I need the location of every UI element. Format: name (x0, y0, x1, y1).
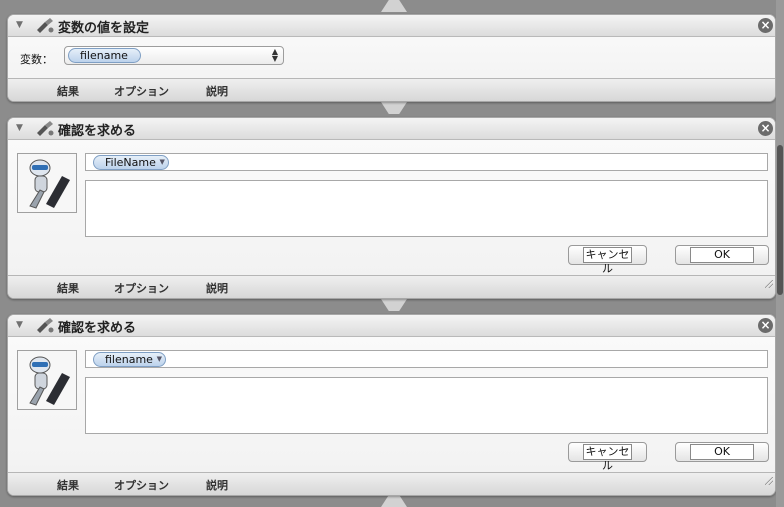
results-tab[interactable]: 結果 (57, 477, 79, 493)
action-header[interactable]: ▼ 確認を求める × (8, 315, 775, 337)
message-token-label: filename (105, 353, 153, 366)
ok-button[interactable]: OK (675, 442, 769, 462)
scrollbar-thumb[interactable] (777, 145, 783, 295)
close-icon[interactable]: × (758, 18, 773, 33)
detail-textarea[interactable] (85, 377, 768, 434)
message-token-label: FileName (105, 156, 156, 169)
cancel-button[interactable]: キャンセル (568, 442, 647, 472)
vertical-scrollbar[interactable] (776, 0, 784, 507)
variable-label: 変数： (20, 53, 53, 66)
action-header[interactable]: ▼ 確認を求める × (8, 118, 775, 140)
action-footer: 結果 オプション 説明 (8, 78, 775, 101)
disclosure-triangle-icon[interactable]: ▼ (16, 320, 23, 330)
action-footer: 結果 オプション 説明 (8, 275, 775, 298)
description-tab[interactable]: 説明 (206, 280, 228, 296)
cancel-button-label: キャンセル (583, 247, 632, 275)
description-tab[interactable]: 説明 (206, 83, 228, 99)
bottom-connector (381, 495, 407, 507)
popup-arrows-icon: ▲ ▼ (271, 47, 278, 63)
top-connector (381, 0, 407, 12)
automator-action-icon (37, 18, 54, 33)
message-field[interactable]: FileName ▼ (85, 153, 768, 171)
variable-token-label: filename (80, 49, 128, 62)
ok-button[interactable]: OK (675, 245, 769, 265)
ok-button-label: OK (690, 444, 754, 460)
action-ask-confirmation-1[interactable]: ▼ 確認を求める × FileName ▼ キャンセル OK 結果 オプション … (7, 117, 776, 299)
results-tab[interactable]: 結果 (57, 83, 79, 99)
description-tab[interactable]: 説明 (206, 477, 228, 493)
message-token[interactable]: FileName ▼ (93, 155, 169, 170)
close-icon[interactable]: × (758, 318, 773, 333)
action-title: 確認を求める (58, 321, 137, 336)
options-tab[interactable]: オプション (114, 83, 169, 99)
action-ask-confirmation-2[interactable]: ▼ 確認を求める × filename ▼ キャンセル OK 結果 オプション … (7, 314, 776, 496)
token-menu-icon: ▼ (156, 355, 162, 363)
cancel-button[interactable]: キャンセル (568, 245, 647, 275)
token-menu-icon: ▼ (159, 158, 165, 166)
action-header[interactable]: ▼ 変数の値を設定 × (8, 15, 775, 37)
cancel-button-label: キャンセル (583, 444, 632, 472)
resize-grip-icon[interactable] (765, 477, 773, 485)
options-tab[interactable]: オプション (114, 477, 169, 493)
options-tab[interactable]: オプション (114, 280, 169, 296)
connector-2-3 (381, 299, 407, 311)
message-token[interactable]: filename ▼ (93, 352, 166, 367)
automator-robot-icon (17, 350, 77, 410)
variable-token[interactable]: filename (68, 48, 141, 63)
message-field[interactable]: filename ▼ (85, 350, 768, 368)
automator-action-icon (37, 121, 54, 136)
action-title: 変数の値を設定 (58, 21, 150, 36)
ok-button-label: OK (690, 247, 754, 263)
results-tab[interactable]: 結果 (57, 280, 79, 296)
resize-grip-icon[interactable] (765, 280, 773, 288)
connector-1-2 (381, 102, 407, 114)
action-set-variable[interactable]: ▼ 変数の値を設定 × 変数： filename ▲ ▼ 結果 オプション 説明 (7, 14, 776, 102)
disclosure-triangle-icon[interactable]: ▼ (16, 20, 23, 30)
variable-popup[interactable]: filename ▲ ▼ (64, 46, 284, 65)
disclosure-triangle-icon[interactable]: ▼ (16, 123, 23, 133)
close-icon[interactable]: × (758, 121, 773, 136)
action-footer: 結果 オプション 説明 (8, 472, 775, 495)
automator-action-icon (37, 318, 54, 333)
action-title: 確認を求める (58, 124, 137, 139)
automator-robot-icon (17, 153, 77, 213)
detail-textarea[interactable] (85, 180, 768, 237)
